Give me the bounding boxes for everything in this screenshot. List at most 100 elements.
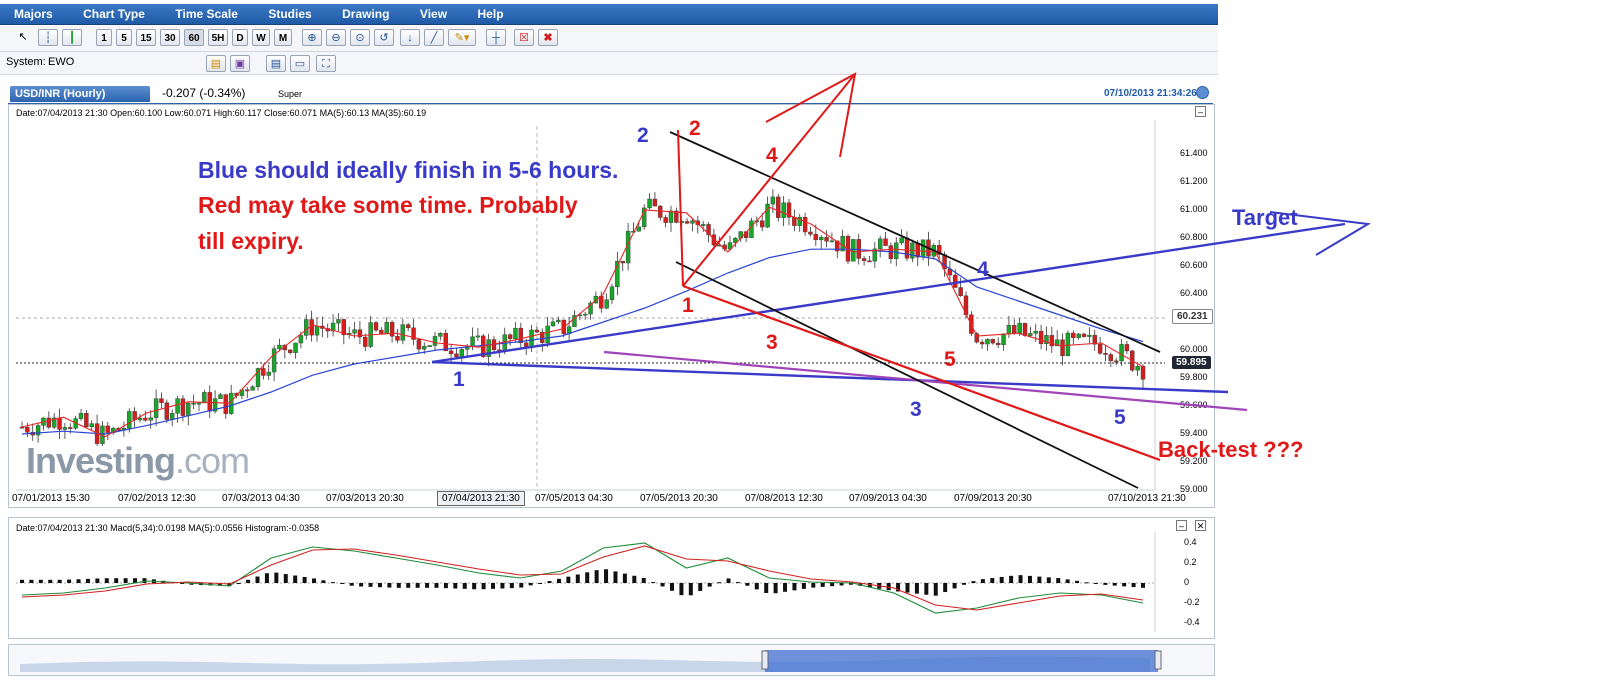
- candle: [652, 192, 658, 207]
- histogram-bar: [312, 578, 317, 583]
- candle: [781, 195, 786, 227]
- annotation-line-1: Blue should ideally finish in 5-6 hours.: [198, 157, 619, 183]
- candle: [314, 317, 320, 342]
- histogram-bar: [1141, 583, 1145, 588]
- histogram-bar: [990, 578, 995, 583]
- histogram-bar: [905, 583, 910, 593]
- histogram-bar: [1027, 575, 1032, 583]
- candle: [1119, 338, 1124, 367]
- histogram-bar: [236, 583, 241, 584]
- histogram-bar: [943, 583, 948, 593]
- candle: [877, 235, 883, 258]
- histogram-bar: [29, 579, 34, 583]
- histogram-bar: [57, 579, 62, 583]
- histogram-bar: [509, 583, 514, 589]
- histogram-bar: [114, 578, 119, 583]
- histogram-bar: [566, 576, 571, 583]
- candle: [1097, 336, 1103, 355]
- red-wave-4: 4: [766, 144, 778, 167]
- histogram-bar: [368, 583, 373, 587]
- histogram-bar: [1112, 583, 1117, 586]
- last-price-tag: 59.895: [1172, 356, 1211, 369]
- candle: [395, 328, 400, 344]
- histogram-bar: [717, 582, 722, 584]
- candle: [287, 349, 293, 355]
- histogram-bar: [453, 583, 458, 589]
- candle: [363, 333, 368, 352]
- candle: [89, 420, 94, 431]
- candle: [159, 392, 164, 409]
- histogram-bar: [491, 583, 496, 589]
- red-wave-1: 1: [682, 294, 694, 317]
- candle: [153, 389, 159, 427]
- histogram-bar: [811, 583, 816, 588]
- candle: [357, 321, 363, 345]
- candle: [658, 204, 663, 221]
- candle: [30, 423, 35, 441]
- channel-upper: [669, 131, 1161, 353]
- histogram-bar: [434, 583, 439, 588]
- histogram-bar: [1009, 575, 1014, 583]
- histogram-bar: [330, 582, 335, 584]
- histogram-bar: [76, 579, 81, 583]
- candle: [336, 313, 341, 332]
- candle: [373, 320, 379, 333]
- histogram-bar: [801, 583, 806, 589]
- candle: [121, 421, 127, 437]
- histogram-bar: [660, 583, 665, 587]
- red-wave-arrow: [682, 73, 856, 287]
- candle: [218, 392, 223, 400]
- histogram-bar: [406, 583, 411, 588]
- candle: [164, 399, 170, 424]
- histogram-bar: [924, 583, 929, 595]
- histogram-bar: [999, 576, 1004, 583]
- candle: [266, 364, 271, 380]
- histogram-bar: [95, 578, 100, 583]
- histogram-bar: [293, 575, 298, 583]
- candle: [1140, 364, 1146, 389]
- candle: [792, 209, 797, 232]
- candle: [765, 196, 770, 228]
- histogram-bar: [698, 583, 703, 591]
- candle: [486, 333, 491, 367]
- histogram-bar: [688, 583, 693, 596]
- red-wave-2: 2: [689, 117, 701, 140]
- histogram-bar: [914, 583, 919, 594]
- histogram-bar: [783, 583, 788, 592]
- histogram-bar: [340, 583, 345, 584]
- histogram-bar: [604, 569, 609, 583]
- histogram-bar: [632, 575, 637, 583]
- blue-trendline-upper: [431, 222, 1346, 364]
- candle: [507, 333, 513, 346]
- histogram-bar: [500, 583, 505, 589]
- histogram-bar: [283, 574, 288, 583]
- candle: [389, 320, 395, 343]
- histogram-bar: [726, 578, 731, 583]
- candle: [84, 409, 89, 429]
- candle: [250, 385, 255, 391]
- histogram-bar: [519, 583, 524, 588]
- candle: [475, 328, 481, 341]
- histogram-bar: [585, 572, 590, 583]
- candle: [808, 226, 813, 237]
- candle: [684, 218, 690, 225]
- annotation-line-3: till expiry.: [198, 228, 304, 254]
- histogram-bar: [123, 578, 128, 583]
- candle: [1054, 330, 1060, 347]
- histogram-bar: [481, 583, 486, 590]
- candle: [443, 329, 448, 352]
- candle: [459, 347, 465, 364]
- candle: [1135, 363, 1140, 376]
- histogram-bar: [396, 583, 401, 588]
- investing-logo: Investing.com: [26, 440, 250, 481]
- candle: [615, 251, 620, 296]
- candle: [169, 409, 175, 427]
- histogram-bar: [67, 579, 72, 583]
- histogram-bar: [1065, 579, 1070, 583]
- histogram-bar: [1103, 583, 1108, 585]
- candle: [78, 408, 84, 421]
- candle: [196, 401, 202, 411]
- histogram-bar: [387, 583, 392, 588]
- candle: [57, 408, 62, 439]
- candle: [1071, 330, 1076, 345]
